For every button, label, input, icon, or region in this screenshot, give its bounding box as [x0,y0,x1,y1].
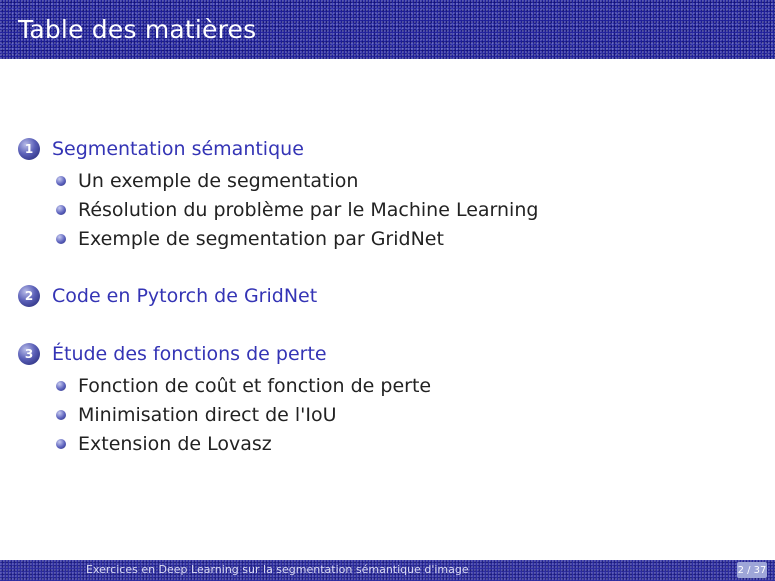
footer-title: Exercices en Deep Learning sur la segmen… [86,563,469,576]
bullet-icon [56,380,66,391]
table-of-contents: 1 Segmentation sémantique Un exemple de … [14,134,754,486]
section-subitems: Fonction de coût et fonction de perte Mi… [14,371,754,458]
section-number-badge: 3 [18,343,40,365]
toc-section-head: 3 Étude des fonctions de perte [14,339,754,369]
toc-subitem: Résolution du problème par le Machine Le… [14,195,754,224]
toc-subitem: Exemple de segmentation par GridNet [14,224,754,253]
subitem-label[interactable]: Extension de Lovasz [78,433,272,455]
bullet-icon [56,438,66,449]
slide-title: Table des matières [18,15,257,44]
subitem-label[interactable]: Un exemple de segmentation [78,170,358,192]
toc-section-3: 3 Étude des fonctions de perte Fonction … [14,339,754,458]
toc-section-head: 1 Segmentation sémantique [14,134,754,164]
bullet-icon [56,204,66,215]
subitem-label[interactable]: Résolution du problème par le Machine Le… [78,199,538,221]
section-number-badge: 1 [18,138,40,160]
bullet-icon [56,233,66,244]
toc-subitem: Un exemple de segmentation [14,166,754,195]
section-number-badge: 2 [18,285,40,307]
bullet-icon [56,409,66,420]
bullet-icon [56,175,66,186]
toc-section-2: 2 Code en Pytorch de GridNet [14,281,754,311]
slide-footer: Exercices en Deep Learning sur la segmen… [0,560,775,581]
subitem-label[interactable]: Exemple de segmentation par GridNet [78,228,444,250]
toc-subitem: Extension de Lovasz [14,429,754,458]
section-title-loss-functions[interactable]: Étude des fonctions de perte [52,343,327,365]
subitem-label[interactable]: Fonction de coût et fonction de perte [78,375,431,397]
section-title-pytorch-code[interactable]: Code en Pytorch de GridNet [52,285,317,307]
page-number-badge: 2 / 37 [737,562,767,578]
section-title-segmentation[interactable]: Segmentation sémantique [52,138,304,160]
toc-section-head: 2 Code en Pytorch de GridNet [14,281,754,311]
section-subitems: Un exemple de segmentation Résolution du… [14,166,754,253]
toc-section-1: 1 Segmentation sémantique Un exemple de … [14,134,754,253]
toc-subitem: Minimisation direct de l'IoU [14,400,754,429]
toc-subitem: Fonction de coût et fonction de perte [14,371,754,400]
slide-header: Table des matières [0,0,775,59]
subitem-label[interactable]: Minimisation direct de l'IoU [78,404,337,426]
